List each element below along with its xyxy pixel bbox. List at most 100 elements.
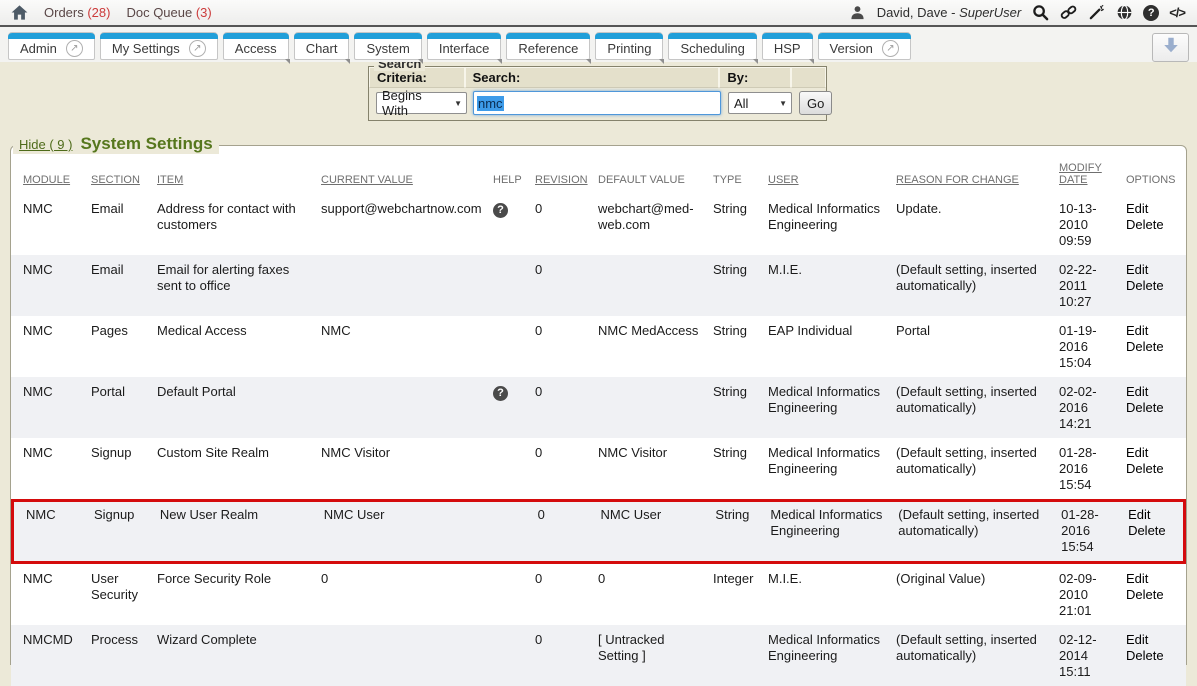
column-header-user[interactable]: USER bbox=[768, 174, 896, 186]
column-header-default_value: DEFAULT VALUE bbox=[598, 174, 713, 186]
cell-user: Medical Informatics Engineering bbox=[768, 445, 896, 493]
code-icon[interactable]: </> bbox=[1169, 5, 1185, 20]
dropdown-corner-icon bbox=[659, 59, 664, 64]
edit-link[interactable]: Edit bbox=[1126, 201, 1181, 217]
cell-revision: 0 bbox=[538, 507, 601, 555]
go-spacer bbox=[791, 67, 826, 88]
go-button[interactable]: Go bbox=[799, 91, 832, 115]
wand-icon[interactable] bbox=[1087, 4, 1105, 22]
delete-link[interactable]: Delete bbox=[1126, 400, 1181, 416]
tab-access[interactable]: Access bbox=[223, 32, 289, 60]
cell-module: NMC bbox=[23, 323, 91, 371]
cell-module: NMC bbox=[26, 507, 94, 555]
cell-item: Email for alerting faxes sent to office bbox=[157, 262, 321, 310]
column-header-revision[interactable]: REVISION bbox=[535, 174, 598, 186]
cell-current_value bbox=[321, 262, 493, 310]
tab-label: Printing bbox=[607, 41, 651, 56]
cell-module: NMC bbox=[23, 262, 91, 310]
tab-system[interactable]: System bbox=[354, 32, 421, 60]
edit-link[interactable]: Edit bbox=[1126, 323, 1181, 339]
delete-link[interactable]: Delete bbox=[1126, 278, 1181, 294]
cell-section: Email bbox=[91, 201, 157, 249]
popout-icon[interactable]: ↗ bbox=[882, 40, 899, 57]
cell-reason_for_change: (Default setting, inserted automatically… bbox=[896, 632, 1059, 680]
cell-revision: 0 bbox=[535, 632, 598, 680]
chevron-down-icon: ▼ bbox=[779, 99, 787, 108]
popout-icon[interactable]: ↗ bbox=[66, 40, 83, 57]
edit-link[interactable]: Edit bbox=[1126, 445, 1181, 461]
column-header-reason_for_change[interactable]: REASON FOR CHANGE bbox=[896, 174, 1059, 186]
hide-link[interactable]: Hide ( 9 ) bbox=[19, 137, 72, 152]
search-icon[interactable] bbox=[1031, 4, 1049, 22]
column-header-options: OPTIONS bbox=[1126, 174, 1181, 186]
column-header-help: HELP bbox=[493, 174, 535, 186]
cell-module: NMC bbox=[23, 384, 91, 432]
edit-link[interactable]: Edit bbox=[1126, 262, 1181, 278]
column-header-section[interactable]: SECTION bbox=[91, 174, 157, 186]
by-select[interactable]: All ▼ bbox=[728, 92, 792, 114]
table-row: NMCPagesMedical AccessNMC0NMC MedAccessS… bbox=[11, 316, 1186, 377]
dropdown-corner-icon bbox=[753, 59, 758, 64]
globe-icon[interactable] bbox=[1115, 4, 1133, 22]
delete-link[interactable]: Delete bbox=[1126, 461, 1181, 477]
tab-accent-bar bbox=[223, 33, 289, 39]
tab-accent-bar bbox=[818, 33, 911, 39]
column-header-module[interactable]: MODULE bbox=[23, 174, 91, 186]
delete-link[interactable]: Delete bbox=[1128, 523, 1183, 539]
search-input[interactable]: nmc bbox=[473, 91, 721, 115]
cell-module: NMC bbox=[23, 445, 91, 493]
cell-section: Portal bbox=[91, 384, 157, 432]
search-label: Search: bbox=[465, 67, 720, 88]
edit-link[interactable]: Edit bbox=[1126, 632, 1181, 648]
tab-chart[interactable]: Chart bbox=[294, 32, 350, 60]
cell-item: Default Portal bbox=[157, 384, 321, 432]
tab-admin[interactable]: Admin↗ bbox=[8, 32, 95, 60]
nav-count-badge: (3) bbox=[196, 5, 212, 20]
cell-help bbox=[493, 323, 535, 371]
cell-modify_date: 01-19-2016 15:04 bbox=[1059, 323, 1126, 371]
cell-user: Medical Informatics Engineering bbox=[770, 507, 898, 555]
cell-modify_date: 02-12-2014 15:11 bbox=[1059, 632, 1126, 680]
help-icon[interactable]: ? bbox=[493, 203, 508, 218]
cell-user: Medical Informatics Engineering bbox=[768, 632, 896, 680]
link-icon[interactable] bbox=[1059, 4, 1077, 22]
cell-options: EditDelete bbox=[1128, 507, 1183, 555]
tab-interface[interactable]: Interface bbox=[427, 32, 502, 60]
system-settings-panel: Hide ( 9 ) System Settings MODULESECTION… bbox=[10, 145, 1187, 665]
edit-link[interactable]: Edit bbox=[1126, 384, 1181, 400]
tab-accent-bar bbox=[506, 33, 590, 39]
tab-scheduling[interactable]: Scheduling bbox=[668, 32, 756, 60]
cell-type: String bbox=[713, 262, 768, 310]
delete-link[interactable]: Delete bbox=[1126, 339, 1181, 355]
help-icon[interactable]: ? bbox=[493, 386, 508, 401]
column-header-modify_date[interactable]: MODIFY DATE bbox=[1059, 162, 1126, 186]
tab-version[interactable]: Version↗ bbox=[818, 32, 911, 60]
cell-modify_date: 01-28-2016 15:54 bbox=[1061, 507, 1128, 555]
tab-reference[interactable]: Reference bbox=[506, 32, 590, 60]
tab-printing[interactable]: Printing bbox=[595, 32, 663, 60]
column-header-item[interactable]: ITEM bbox=[157, 174, 321, 186]
tab-my-settings[interactable]: My Settings↗ bbox=[100, 32, 218, 60]
popout-icon[interactable]: ↗ bbox=[189, 40, 206, 57]
tab-hsp[interactable]: HSP bbox=[762, 32, 813, 60]
topbar: Orders (28) Doc Queue (3) David, Dave - S… bbox=[0, 0, 1197, 27]
user-name: David, Dave - SuperUser bbox=[877, 5, 1022, 20]
cell-modify_date: 02-22-2011 10:27 bbox=[1059, 262, 1126, 310]
edit-link[interactable]: Edit bbox=[1126, 571, 1181, 587]
cell-revision: 0 bbox=[535, 201, 598, 249]
delete-link[interactable]: Delete bbox=[1126, 648, 1181, 664]
delete-link[interactable]: Delete bbox=[1126, 587, 1181, 603]
collapse-tabs-button[interactable] bbox=[1152, 33, 1189, 62]
search-panel: Search Criteria: Search: By: Begins With… bbox=[368, 66, 827, 121]
edit-link[interactable]: Edit bbox=[1128, 507, 1183, 523]
column-header-current_value[interactable]: CURRENT VALUE bbox=[321, 174, 493, 186]
tab-accent-bar bbox=[8, 33, 95, 39]
delete-link[interactable]: Delete bbox=[1126, 217, 1181, 233]
home-icon[interactable] bbox=[11, 5, 28, 20]
by-select-value: All bbox=[734, 96, 748, 111]
cell-current_value: support@webchartnow.com bbox=[321, 201, 493, 249]
help-icon[interactable]: ? bbox=[1143, 5, 1159, 21]
nav-orders[interactable]: Orders (28) bbox=[44, 5, 110, 20]
criteria-select[interactable]: Begins With ▼ bbox=[376, 92, 467, 114]
nav-doc-queue[interactable]: Doc Queue (3) bbox=[126, 5, 211, 20]
